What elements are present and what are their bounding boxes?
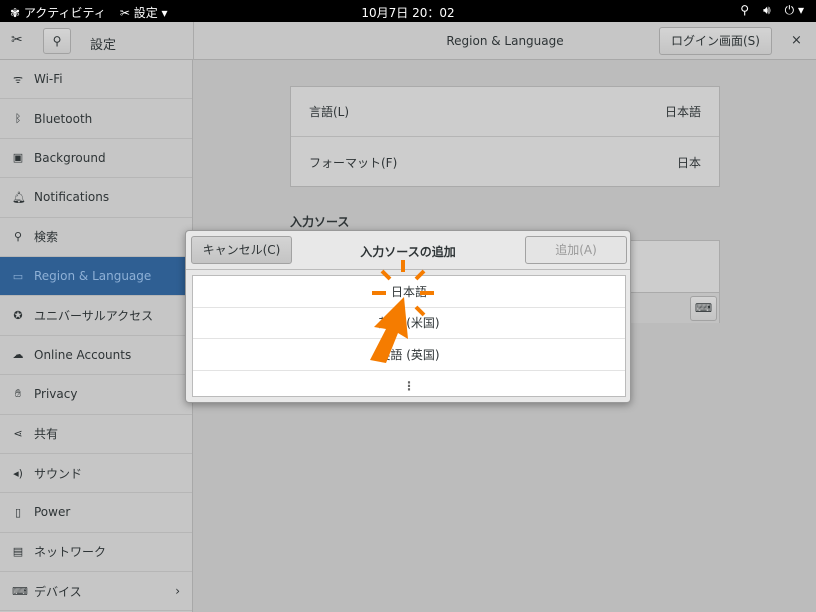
region-icon: ▭ [12,269,24,283]
input-sources-heading: 入力ソース [290,215,350,229]
formats-row[interactable]: フォーマット(F) 日本 [291,137,719,187]
sidebar-item-3[interactable]: 🔔︎ Notifications [0,178,192,218]
sidebar-item-10[interactable]: ◂) サウンド [0,454,192,494]
sidebar-item-label: デバイス [34,584,82,599]
sidebar-item-label: Bluetooth [34,111,93,126]
top-bar: ✾ アクティビティ ✂ 設定 ▾ 10月7日 20：02 ⚲ 🔊︎ ⏻ ▾ [0,0,816,22]
sidebar-item-2[interactable]: ▣ Background [0,139,192,179]
clock[interactable]: 10月7日 20：02 [0,4,816,21]
sidebar-item-label: 共有 [34,427,59,442]
search-icon: ⚲ [13,230,23,244]
sidebar-item-label: Wi-Fi [34,72,63,87]
sidebar-item-label: サウンド [34,466,83,481]
more-button[interactable]: ⋮ [193,371,625,403]
app-title: 設定 [90,38,117,53]
sidebar-item-label: Online Accounts [34,347,132,362]
hand-icon: ✋︎ [14,387,22,401]
online-accounts-icon: ☁ [12,348,24,362]
background-icon: ▣ [12,151,24,165]
sidebar-item-label: 検索 [34,230,59,245]
sidebar-item-11[interactable]: ▯ Power [0,493,192,533]
sidebar-item-8[interactable]: ✋︎ Privacy [0,375,192,415]
sidebar-item-6[interactable]: ✪ ユニバーサルアクセス [0,296,192,336]
wifi-icon: ᯤ [12,72,24,86]
network-icon[interactable]: ⚲ [740,3,749,18]
share-icon: ⋖ [13,427,23,441]
header-bar: ✂ ⚲ 設定 Region & Language ログイン画面(S) × [0,22,816,60]
speaker-icon: ◂) [13,466,23,480]
sidebar-item-label: Background [34,150,106,165]
bluetooth-icon: ᛒ [14,112,22,126]
power-icon[interactable]: ⏻ ▾ [785,3,804,18]
sidebar-item-13[interactable]: ⌨ デバイス › [0,572,192,612]
bell-icon: 🔔︎ [12,190,26,204]
settings-tools-icon: ✂ [11,32,23,48]
devices-icon: ⌨ [12,584,28,598]
sidebar-item-label: Notifications [34,190,110,205]
sidebar-item-4[interactable]: ⚲ 検索 [0,218,192,257]
power-icon: ▯ [14,505,22,519]
sidebar-item-12[interactable]: ▤ ネットワーク [0,533,192,573]
accessibility-icon: ✪ [13,309,23,323]
network-icon: ▤ [12,545,24,559]
sidebar-item-label: Privacy [34,387,78,402]
click-annotation-icon [370,260,434,363]
search-button[interactable]: ⚲ [43,28,71,54]
sidebar-item-label: ユニバーサルアクセス [34,309,154,324]
sidebar-item-5[interactable]: ▭ Region & Language [0,256,192,297]
volume-icon[interactable]: 🔊︎ [763,3,771,18]
close-button[interactable]: × [791,33,802,48]
sidebar-item-label: ネットワーク [34,545,107,560]
sidebar-item-label: Power [34,505,71,520]
add-button[interactable]: 追加(A) [525,236,627,264]
keyboard-layout-button[interactable]: ⌨ [690,296,717,321]
language-row[interactable]: 言語(L) 日本語 [291,87,719,137]
sidebar-item-9[interactable]: ⋖ 共有 [0,415,192,454]
sidebar-item-1[interactable]: ᛒ Bluetooth [0,99,192,139]
sidebar-item-label: Region & Language [34,269,152,284]
sidebar-item-7[interactable]: ☁ Online Accounts [0,336,192,376]
chevron-right-icon: › [175,584,180,599]
language-format-panel: 言語(L) 日本語 フォーマット(F) 日本 [290,86,720,187]
sidebar-item-0[interactable]: ᯤ Wi-Fi [0,60,192,100]
login-screen-button[interactable]: ログイン画面(S) [659,27,772,55]
sidebar: ᯤ Wi-Fi ᛒ Bluetooth ▣ Background 🔔︎ Notificatio… [0,60,193,612]
